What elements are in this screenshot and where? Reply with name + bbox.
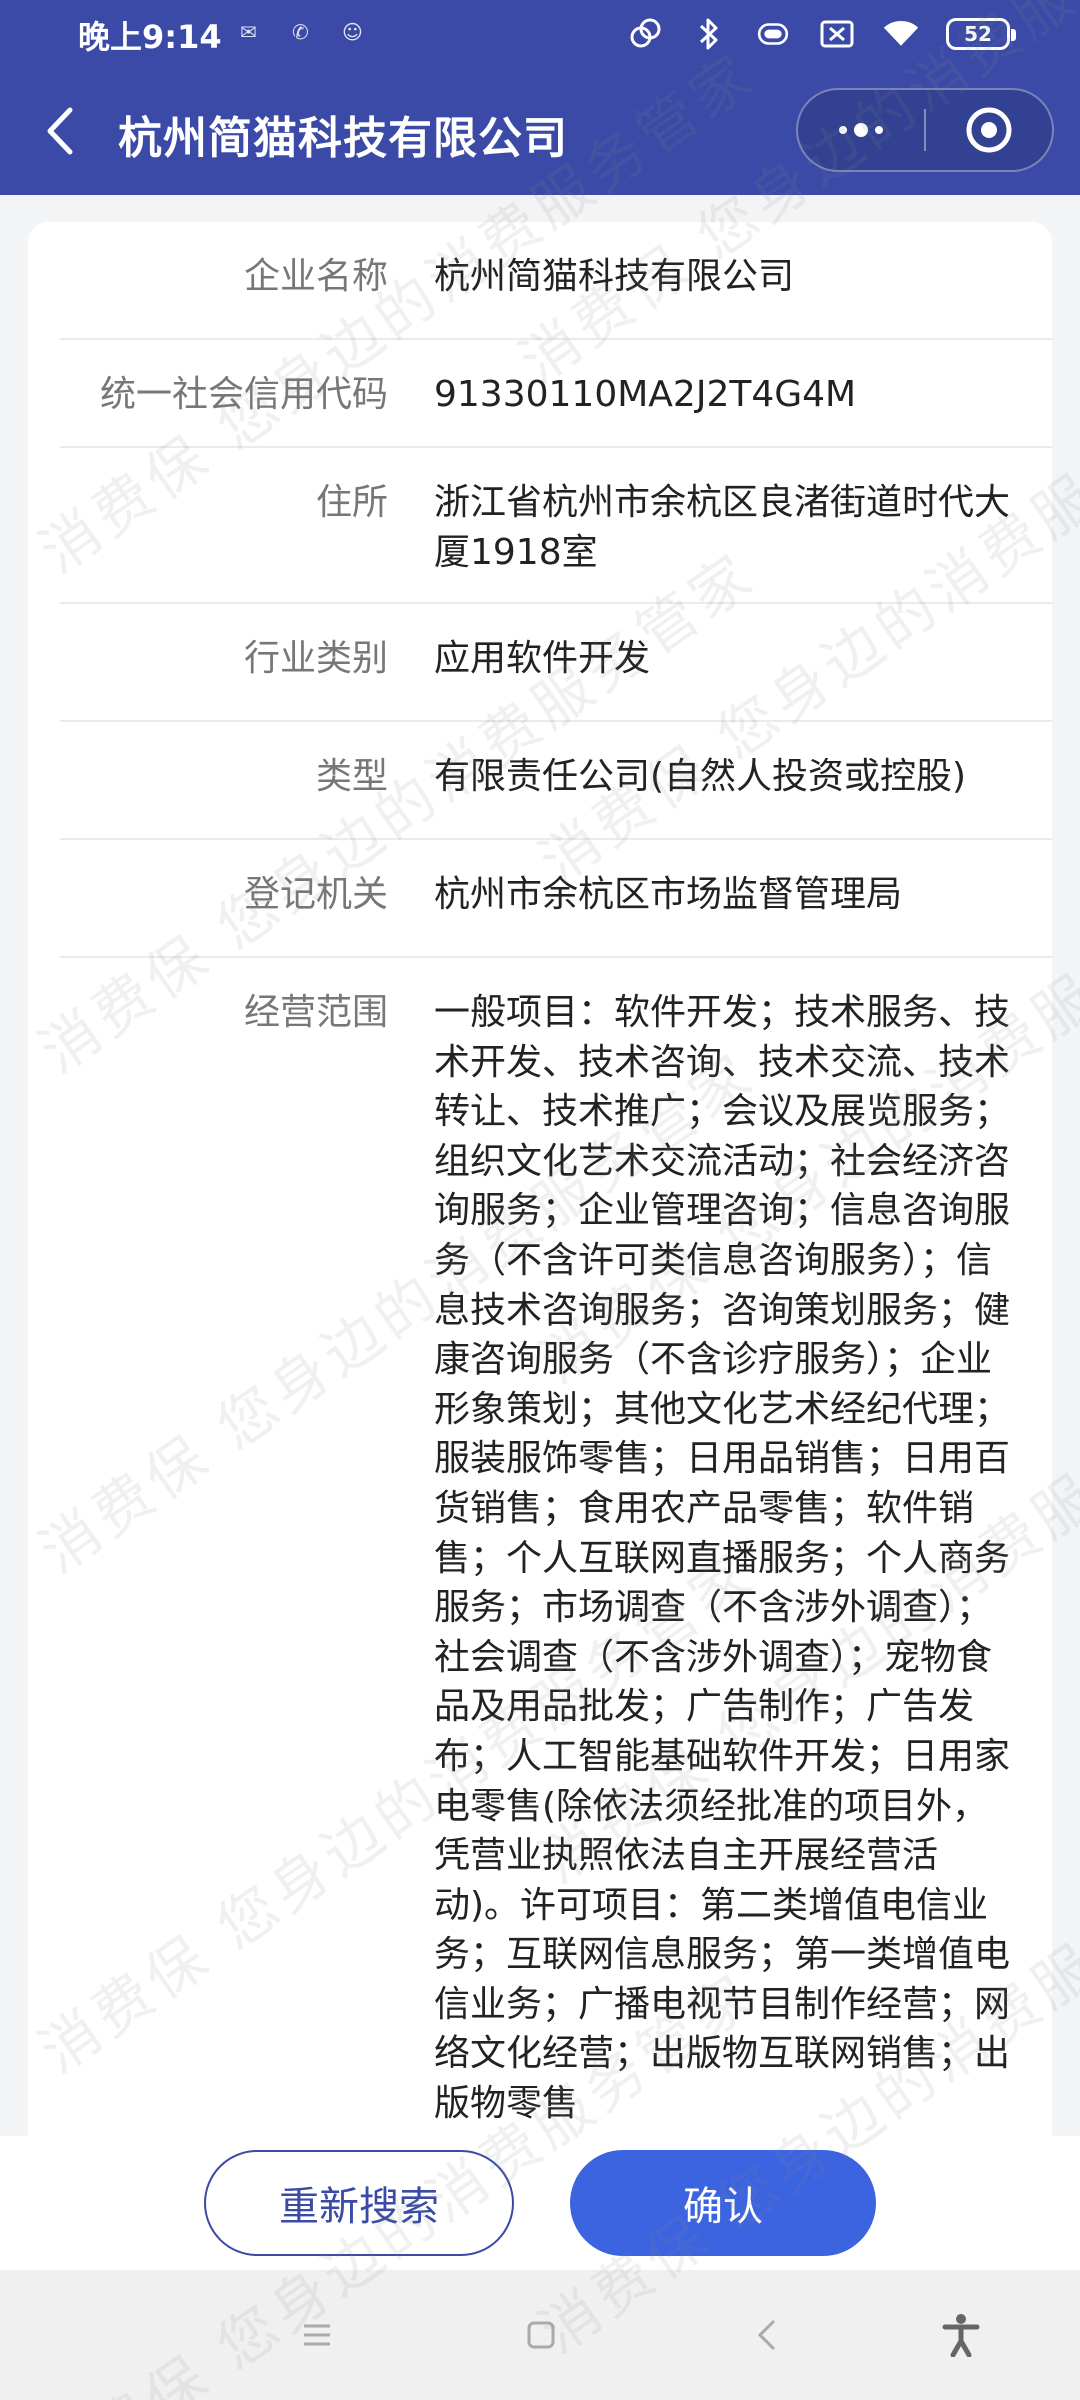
app-notification-icon: ☺ <box>342 20 363 44</box>
re-search-button[interactable]: 重新搜索 <box>204 2150 514 2256</box>
nav-bar: 杭州简猫科技有限公司 <box>0 66 1080 195</box>
wifi-icon <box>882 15 920 53</box>
info-row-company-name: 企业名称 杭州简猫科技有限公司 <box>60 222 1052 340</box>
info-row-registration-authority: 登记机关 杭州市余杭区市场监督管理局 <box>60 840 1052 958</box>
menu-icon <box>304 2324 330 2346</box>
page-title: 杭州简猫科技有限公司 <box>118 113 568 164</box>
info-value: 应用软件开发 <box>434 638 651 679</box>
app-notification-icon: ✉ <box>240 20 257 44</box>
info-value: 浙江省杭州市余杭区良渚街道时代大厦1918室 <box>434 482 1011 573</box>
info-value: 有限责任公司(自然人投资或控股) <box>434 756 967 797</box>
vibrate-icon <box>754 15 792 53</box>
app-notification-icon: ✆ <box>292 20 309 44</box>
info-label: 经营范围 <box>243 992 388 1033</box>
system-nav-bar <box>0 2270 1080 2400</box>
bottom-action-bar: 重新搜索 确认 <box>0 2136 1080 2270</box>
info-label: 类型 <box>315 756 388 797</box>
confirm-button[interactable]: 确认 <box>570 2150 876 2256</box>
app-header: 晚上9:14 ✉ ✆ ☺ 52 杭州简猫科技有限公司 <box>0 0 1080 195</box>
back-button[interactable] <box>30 96 90 166</box>
info-row-business-scope: 经营范围 一般项目：软件开发；技术服务、技术开发、技术咨询、技术交流、技术转让、… <box>60 958 1052 2159</box>
info-row-industry: 行业类别 应用软件开发 <box>60 604 1052 722</box>
back-chevron-icon <box>757 2319 776 2351</box>
company-info-card: 企业名称 杭州简猫科技有限公司 统一社会信用代码 91330110MA2J2T4… <box>28 222 1052 2202</box>
more-dots-icon <box>839 123 883 137</box>
info-label: 行业类别 <box>243 638 388 679</box>
accessibility-button[interactable] <box>936 2310 986 2360</box>
status-time: 晚上9:14 <box>78 18 222 56</box>
sim-card-icon <box>818 15 856 53</box>
info-label: 住所 <box>315 482 388 523</box>
info-label: 企业名称 <box>243 256 388 297</box>
info-label: 统一社会信用代码 <box>99 374 388 415</box>
miniapp-capsule <box>796 88 1054 172</box>
home-square-icon <box>527 2321 555 2349</box>
close-miniapp-button[interactable] <box>926 90 1052 170</box>
home-button[interactable] <box>516 2310 566 2360</box>
info-row-address: 住所 浙江省杭州市余杭区良渚街道时代大厦1918室 <box>60 448 1052 604</box>
info-value: 91330110MA2J2T4G4M <box>434 374 857 415</box>
status-icons: 52 <box>626 12 1016 56</box>
info-value: 杭州简猫科技有限公司 <box>434 256 795 297</box>
system-back-button[interactable] <box>742 2310 792 2360</box>
target-circle-icon <box>966 107 1012 153</box>
battery-icon: 52 <box>946 18 1016 50</box>
more-button[interactable] <box>798 90 924 170</box>
chevron-left-icon <box>47 107 73 155</box>
info-value: 杭州市余杭区市场监督管理局 <box>434 874 903 915</box>
nfc-icon <box>626 15 664 53</box>
bluetooth-icon <box>690 15 728 53</box>
status-bar: 晚上9:14 ✉ ✆ ☺ 52 <box>0 0 1080 66</box>
accessibility-icon <box>942 2314 980 2357</box>
info-label: 登记机关 <box>243 874 388 915</box>
info-row-credit-code: 统一社会信用代码 91330110MA2J2T4G4M <box>60 340 1052 448</box>
info-value: 一般项目：软件开发；技术服务、技术开发、技术咨询、技术交流、技术转让、技术推广；… <box>434 992 1011 2125</box>
info-row-type: 类型 有限责任公司(自然人投资或控股) <box>60 722 1052 840</box>
menu-button[interactable] <box>292 2310 342 2360</box>
